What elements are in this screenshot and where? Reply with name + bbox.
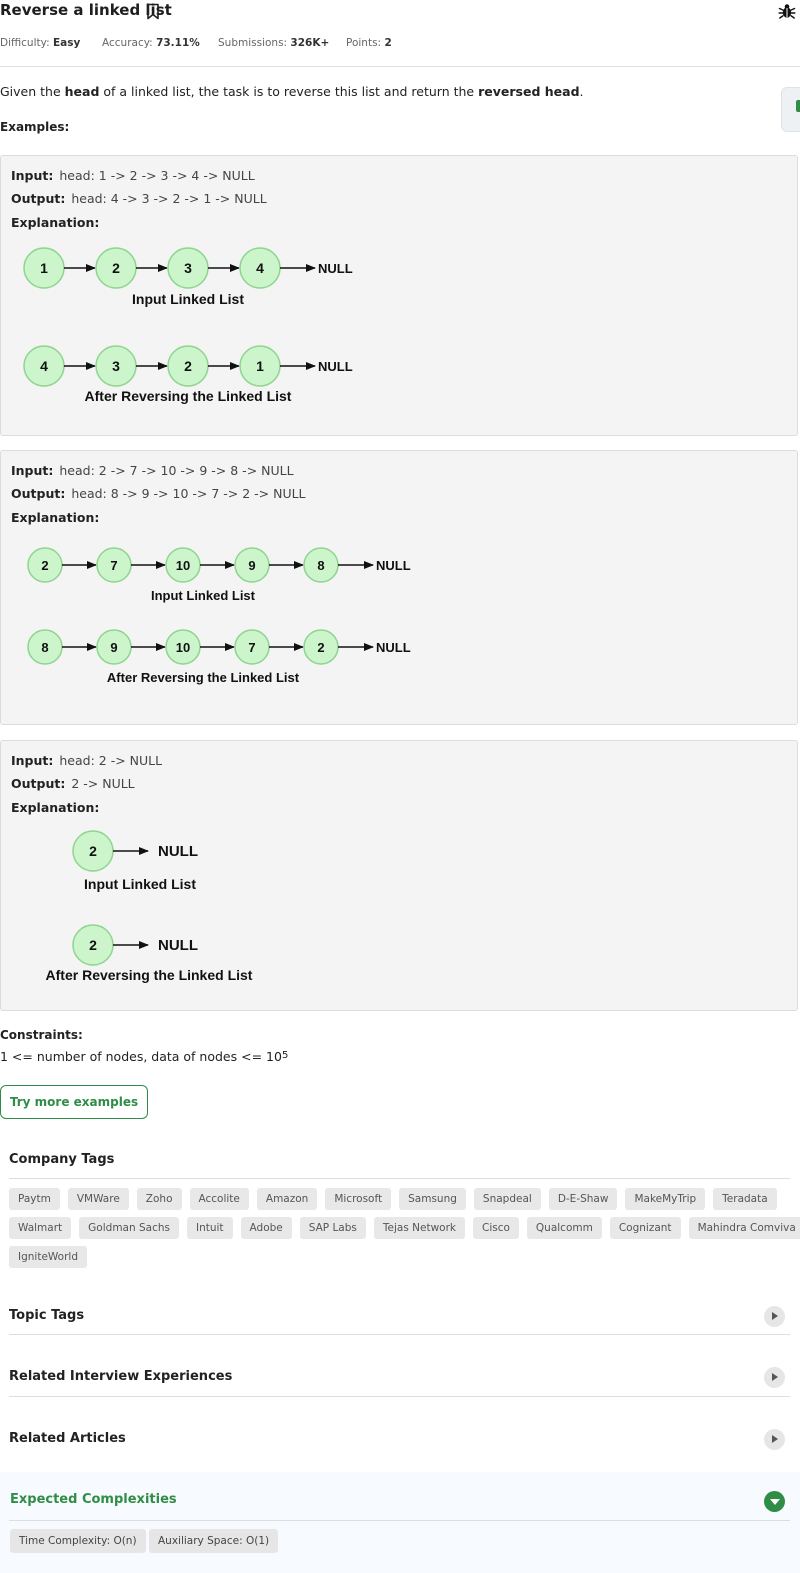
company-tag[interactable]: Cisco bbox=[472, 1217, 519, 1239]
list-node-label: 3 bbox=[112, 358, 120, 374]
company-tag[interactable]: Mahindra Comviva bbox=[688, 1217, 800, 1239]
company-tag[interactable]: Paytm bbox=[9, 1188, 60, 1210]
topic-tags-title[interactable]: Topic Tags bbox=[9, 1308, 84, 1323]
linked-list-diagram: 2 NULL Input Linked List 2 NULL After Reversi… bbox=[46, 830, 253, 983]
null-label: NULL bbox=[158, 937, 198, 954]
example-explanation-label: Explanation: bbox=[11, 215, 100, 230]
example-explanation-label: Explanation: bbox=[11, 800, 100, 815]
expected-complexities-panel bbox=[0, 1472, 800, 1573]
divider bbox=[9, 1178, 790, 1179]
example-input: Input: head: 2 -> NULL bbox=[11, 753, 163, 768]
divider bbox=[9, 1520, 790, 1521]
divider bbox=[9, 1396, 790, 1397]
company-tag[interactable]: Accolite bbox=[189, 1188, 249, 1210]
example-explanation-label: Explanation: bbox=[11, 510, 100, 525]
constraint-text: 1 <= number of nodes, data of nodes <= 1… bbox=[0, 1049, 289, 1064]
list-node-label: 8 bbox=[41, 640, 48, 655]
bug-icon[interactable] bbox=[778, 2, 796, 20]
example-output: Output: head: 8 -> 9 -> 10 -> 7 -> 2 -> N… bbox=[11, 486, 306, 501]
side-panel-toggle[interactable] bbox=[781, 87, 800, 132]
bookmark-icon[interactable] bbox=[146, 3, 160, 20]
problem-header: Reverse a linked list bbox=[0, 0, 800, 24]
points: Points: 2 bbox=[346, 37, 392, 49]
company-tag[interactable]: Tejas Network bbox=[373, 1217, 465, 1239]
output-caption: After Reversing the Linked List bbox=[85, 388, 292, 404]
example-box-3: Input: head: 2 -> NULL Output: 2 -> NULL E… bbox=[0, 740, 798, 1011]
problem-description: Given the head of a linked list, the tas… bbox=[0, 84, 584, 99]
list-node-label: 2 bbox=[41, 558, 48, 573]
list-node-label: 2 bbox=[89, 937, 97, 953]
company-tag[interactable]: Goldman Sachs bbox=[79, 1217, 179, 1239]
company-tag[interactable]: Zoho bbox=[136, 1188, 182, 1210]
example-output: Output: head: 4 -> 3 -> 2 -> 1 -> NULL bbox=[11, 191, 267, 206]
example-input: Input: head: 1 -> 2 -> 3 -> 4 -> NULL bbox=[11, 168, 255, 183]
accuracy: Accuracy: 73.11% bbox=[102, 37, 200, 49]
submissions: Submissions: 326K+ bbox=[218, 37, 330, 49]
output-caption: After Reversing the Linked List bbox=[46, 967, 253, 983]
input-caption: Input Linked List bbox=[84, 876, 196, 892]
list-node-label: 2 bbox=[184, 358, 192, 374]
list-node-label: 8 bbox=[317, 558, 324, 573]
company-tag[interactable]: D-E-Shaw bbox=[548, 1188, 618, 1210]
interview-experiences-title[interactable]: Related Interview Experiences bbox=[9, 1369, 232, 1384]
list-node-label: 10 bbox=[176, 640, 190, 655]
list-node-label: 7 bbox=[110, 558, 117, 573]
example-input: Input: head: 2 -> 7 -> 10 -> 9 -> 8 -> NU… bbox=[11, 463, 294, 478]
company-tags-title: Company Tags bbox=[9, 1152, 115, 1167]
try-more-examples-button[interactable]: Try more examples bbox=[0, 1085, 148, 1119]
company-tag[interactable]: Walmart bbox=[9, 1217, 72, 1239]
space-complexity-tag: Auxiliary Space: O(1) bbox=[149, 1529, 279, 1553]
examples-label: Examples: bbox=[0, 120, 70, 134]
company-tag[interactable]: Qualcomm bbox=[526, 1217, 602, 1239]
output-caption: After Reversing the Linked List bbox=[107, 670, 300, 685]
list-node-label: 10 bbox=[176, 558, 190, 573]
list-node-label: 2 bbox=[317, 640, 324, 655]
constraints-label: Constraints: bbox=[0, 1028, 83, 1042]
linked-list-diagram: 1 2 3 4 NULL Input Linked List 4 3 2 1 NULL After R… bbox=[23, 247, 353, 404]
company-tag[interactable]: Intuit bbox=[186, 1217, 233, 1239]
company-tag[interactable]: IgniteWorld bbox=[9, 1246, 88, 1268]
chevron-right-icon[interactable] bbox=[764, 1367, 785, 1388]
linked-list-diagram: 2 7 10 9 8 NULL Input Linked List 8 9 10 7 2 NULL Aft… bbox=[27, 547, 411, 685]
example-box-1: Input: head: 1 -> 2 -> 3 -> 4 -> NULL Out… bbox=[0, 155, 798, 436]
list-node-label: 1 bbox=[256, 358, 264, 374]
null-label: NULL bbox=[376, 558, 411, 573]
list-node-label: 4 bbox=[256, 260, 264, 276]
difficulty: Difficulty: Easy bbox=[0, 37, 81, 49]
input-caption: Input Linked List bbox=[132, 291, 244, 307]
time-complexity-tag: Time Complexity: O(n) bbox=[10, 1529, 146, 1553]
input-caption: Input Linked List bbox=[151, 588, 256, 603]
header-divider bbox=[0, 66, 800, 67]
list-node-label: 4 bbox=[40, 358, 48, 374]
list-node-label: 2 bbox=[112, 260, 120, 276]
company-tag[interactable]: Teradata bbox=[713, 1188, 777, 1210]
divider bbox=[9, 1334, 790, 1335]
list-node-label: 2 bbox=[89, 843, 97, 859]
chevron-right-icon[interactable] bbox=[764, 1306, 785, 1327]
example-output: Output: 2 -> NULL bbox=[11, 776, 135, 791]
list-node-label: 7 bbox=[248, 640, 255, 655]
expected-complexities-title[interactable]: Expected Complexities bbox=[10, 1492, 177, 1507]
company-tag[interactable]: SAP Labs bbox=[299, 1217, 366, 1239]
company-tag[interactable]: MakeMyTrip bbox=[625, 1188, 706, 1210]
company-tag[interactable]: Samsung bbox=[399, 1188, 466, 1210]
list-node-label: 9 bbox=[110, 640, 117, 655]
list-node-label: 9 bbox=[248, 558, 255, 573]
company-tag[interactable]: Adobe bbox=[240, 1217, 292, 1239]
null-label: NULL bbox=[158, 843, 198, 860]
company-tag[interactable]: Amazon bbox=[256, 1188, 318, 1210]
company-tag[interactable]: Microsoft bbox=[325, 1188, 392, 1210]
null-label: NULL bbox=[376, 640, 411, 655]
list-node-label: 3 bbox=[184, 260, 192, 276]
company-tag[interactable]: Cognizant bbox=[609, 1217, 681, 1239]
related-articles-title[interactable]: Related Articles bbox=[9, 1431, 126, 1446]
company-tag[interactable]: Snapdeal bbox=[473, 1188, 541, 1210]
list-node-label: 1 bbox=[40, 260, 48, 276]
chevron-right-icon[interactable] bbox=[764, 1429, 785, 1450]
null-label: NULL bbox=[318, 359, 353, 374]
chevron-down-icon[interactable] bbox=[764, 1491, 785, 1512]
example-box-2: Input: head: 2 -> 7 -> 10 -> 9 -> 8 -> NU… bbox=[0, 450, 798, 725]
company-tag[interactable]: VMWare bbox=[67, 1188, 129, 1210]
null-label: NULL bbox=[318, 261, 353, 276]
